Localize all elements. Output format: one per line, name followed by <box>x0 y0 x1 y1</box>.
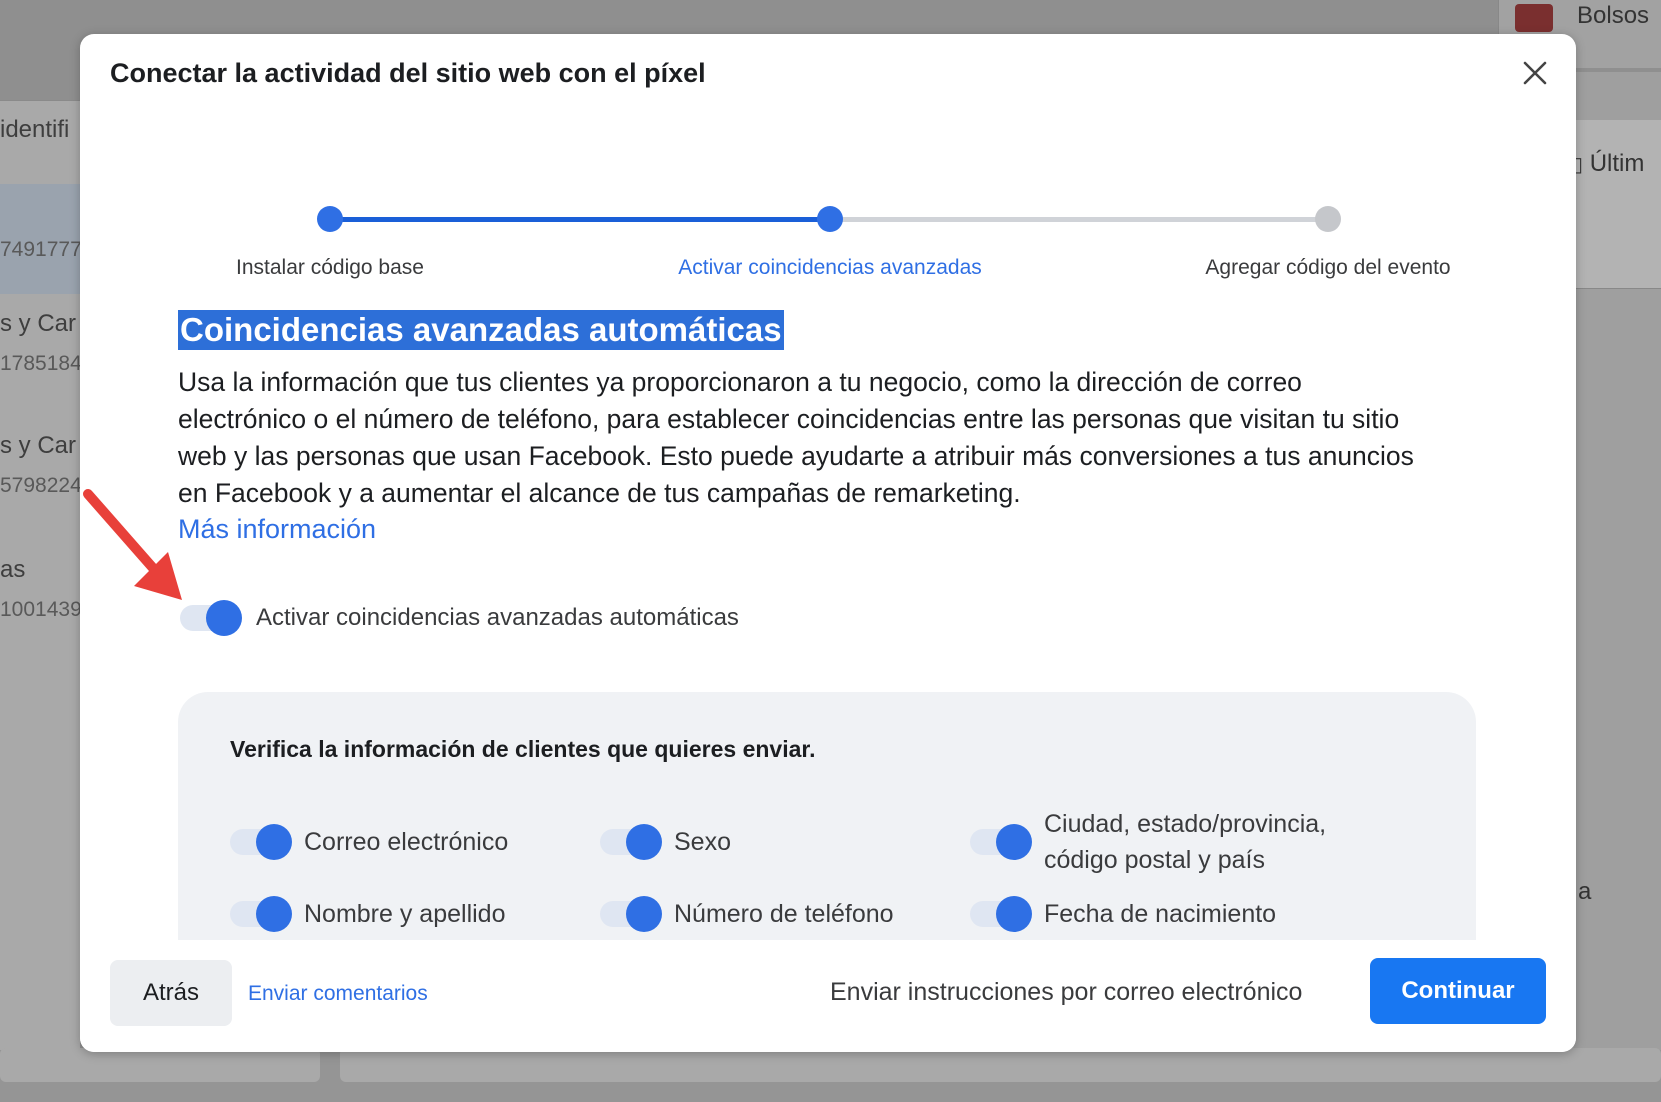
background-left-text: 7491777 <box>0 238 82 261</box>
option-birthdate: Fecha de nacimiento <box>968 896 1276 932</box>
email-toggle[interactable] <box>228 824 292 860</box>
progress-stepper: Instalar código base Activar coincidenci… <box>80 174 1576 284</box>
toggle-knob <box>626 824 662 860</box>
toggle-knob <box>626 896 662 932</box>
location-toggle[interactable] <box>968 824 1032 860</box>
toggle-knob <box>206 600 242 636</box>
step-label-install-base-code: Instalar código base <box>236 256 424 279</box>
background-left-text: as <box>0 556 26 583</box>
continue-button[interactable]: Continuar <box>1370 958 1546 1024</box>
bag-thumbnail <box>1515 4 1553 32</box>
step-label-advanced-matching: Activar coincidencias avanzadas <box>678 256 982 279</box>
toggle-knob <box>256 896 292 932</box>
background-left-text: 1001439 <box>0 598 82 621</box>
stepper-line-pending <box>830 217 1328 222</box>
background-left-text: identifi <box>0 116 70 143</box>
option-name: Nombre y apellido <box>228 896 506 932</box>
email-label: Correo electrónico <box>304 828 509 856</box>
close-icon <box>1523 61 1547 85</box>
background-right-label-text: Últim <box>1589 150 1645 177</box>
section-title: Coincidencias avanzadas automáticas <box>178 310 784 350</box>
background-left-text: s y Car <box>0 432 77 459</box>
birthdate-label: Fecha de nacimiento <box>1044 900 1277 928</box>
gender-toggle[interactable] <box>598 824 662 860</box>
phone-label: Número de teléfono <box>674 900 894 928</box>
more-info-link[interactable]: Más información <box>178 514 376 545</box>
red-arrow-icon <box>83 489 182 600</box>
toggle-knob <box>256 824 292 860</box>
back-button[interactable]: Atrás <box>110 960 232 1026</box>
background-top-right-label: Bolsos <box>1577 2 1650 29</box>
background-bottom-card <box>0 1048 320 1082</box>
option-gender: Sexo <box>598 824 731 860</box>
name-toggle[interactable] <box>228 896 292 932</box>
option-email: Correo electrónico <box>228 824 508 860</box>
advanced-matching-section: Coincidencias avanzadas automáticas Usa … <box>178 310 1418 545</box>
step-dot-install-base-code <box>317 206 343 232</box>
step-dot-advanced-matching <box>817 206 843 232</box>
toggle-knob <box>996 824 1032 860</box>
location-label: Ciudad, estado/provincia, código postal … <box>1044 810 1327 874</box>
name-label: Nombre y apellido <box>304 900 506 928</box>
section-description: Usa la información que tus clientes ya p… <box>178 367 1414 508</box>
background-right-card: ▯ Últim <box>1570 120 1661 289</box>
customer-info-title: Verifica la información de clientes que … <box>230 736 816 762</box>
background-bottom-card <box>340 1048 1661 1082</box>
phone-toggle[interactable] <box>598 896 662 932</box>
email-instructions-link[interactable]: Enviar instrucciones por correo electrón… <box>830 978 1302 1007</box>
automatic-advanced-matching-row: Activar coincidencias avanzadas automáti… <box>178 600 739 636</box>
automatic-advanced-matching-label: Activar coincidencias avanzadas automáti… <box>256 604 739 631</box>
step-label-event-code: Agregar código del evento <box>1205 256 1451 279</box>
option-phone: Número de teléfono <box>598 896 894 932</box>
close-button[interactable] <box>1514 52 1556 94</box>
background-right-label: ▯ Últim <box>1572 150 1644 178</box>
gender-label: Sexo <box>674 828 731 856</box>
stepper-line-complete <box>330 217 830 222</box>
pixel-setup-dialog: Conectar la actividad del sitio web con … <box>80 34 1576 1052</box>
background-left-text: 1785184 <box>0 352 82 375</box>
dialog-title: Conectar la actividad del sitio web con … <box>110 58 706 88</box>
background-right-fragment: a <box>1578 878 1592 905</box>
background-left-text: 5798224 <box>0 474 82 497</box>
dialog-footer: Atrás Enviar comentarios Enviar instrucc… <box>80 940 1576 1052</box>
step-dot-event-code <box>1315 206 1341 232</box>
toggle-knob <box>996 896 1032 932</box>
option-location: Ciudad, estado/provincia, código postal … <box>968 806 1344 878</box>
birthdate-toggle[interactable] <box>968 896 1032 932</box>
background-left-text: s y Car <box>0 310 77 337</box>
send-feedback-link[interactable]: Enviar comentarios <box>248 982 428 1006</box>
